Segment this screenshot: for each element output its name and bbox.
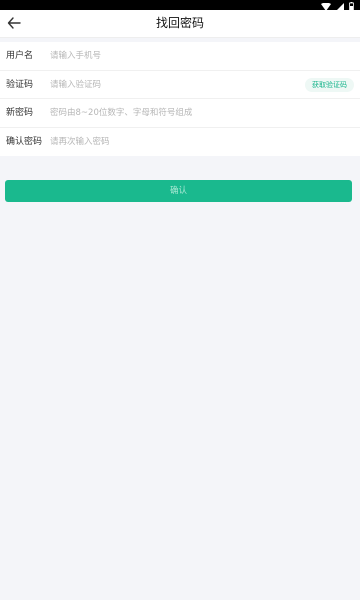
page-title: 找回密码	[155, 16, 204, 30]
new-password-label: 新密码	[6, 108, 34, 118]
code-label: 验证码	[6, 79, 34, 90]
status-icons	[321, 1, 354, 12]
confirm-password-input[interactable]	[50, 132, 280, 151]
status-bar	[0, 0, 360, 12]
header-bar: 找回密码	[0, 10, 360, 38]
confirm-password-row: 确认密码	[0, 128, 360, 157]
username-label: 用户名	[6, 51, 34, 61]
username-row: 用户名	[0, 42, 360, 71]
get-code-button[interactable]: 获取验证码	[305, 77, 354, 92]
new-password-input[interactable]	[50, 104, 280, 122]
reset-password-form: 用户名 验证码 获取验证码 新密码 确认密码	[0, 42, 360, 156]
confirm-button[interactable]: 确认	[5, 180, 352, 202]
code-row: 验证码 获取验证码	[0, 71, 360, 99]
new-password-row: 新密码	[0, 99, 360, 128]
username-input[interactable]	[50, 47, 280, 65]
confirm-password-label: 确认密码	[6, 136, 43, 147]
code-input[interactable]	[50, 75, 280, 94]
